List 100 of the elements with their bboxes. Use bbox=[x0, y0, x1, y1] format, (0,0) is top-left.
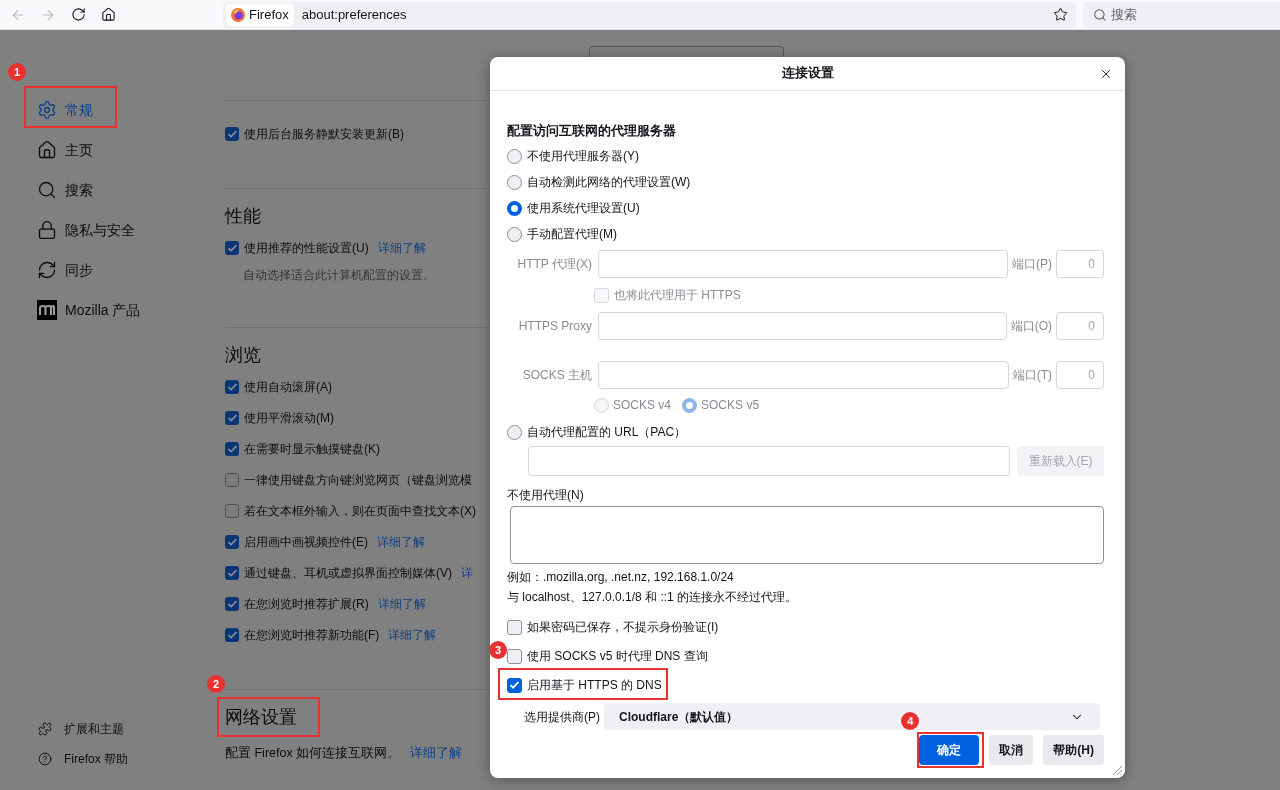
checkbox-label: 一律使用键盘方向键浏览网页（键盘浏览模 bbox=[244, 472, 472, 489]
checkmark-icon bbox=[227, 130, 237, 138]
sidebar-item[interactable]: 隐私与安全 bbox=[37, 210, 135, 250]
checkbox-label: 在需要时显示触摸键盘(K) bbox=[244, 441, 380, 458]
radio-label: SOCKS v4 bbox=[613, 397, 672, 414]
identity-button[interactable]: Firefox bbox=[226, 3, 294, 26]
sidebar-item[interactable]: 常规 bbox=[37, 90, 93, 130]
checkmark-icon bbox=[227, 244, 237, 252]
checkmark-icon bbox=[227, 569, 237, 577]
browser-logo-icon bbox=[231, 7, 245, 22]
sync-arrows-icon bbox=[37, 260, 57, 280]
checkbox-label: 使用 SOCKS v5 时代理 DNS 查询 bbox=[527, 648, 708, 665]
sidebar-item[interactable]: 主页 bbox=[37, 130, 93, 170]
house-icon bbox=[37, 140, 57, 160]
checkmark-icon bbox=[227, 631, 237, 639]
checkbox[interactable] bbox=[225, 597, 239, 611]
checkbox-label: 使用推荐的性能设置(U) bbox=[244, 240, 369, 257]
radio-label: 使用系统代理设置(U) bbox=[527, 200, 640, 217]
checkbox[interactable] bbox=[225, 473, 239, 487]
radio-label: 手动配置代理(M) bbox=[527, 226, 617, 243]
search-icon bbox=[1093, 7, 1107, 22]
checkbox[interactable] bbox=[225, 504, 239, 518]
checkbox[interactable] bbox=[225, 628, 239, 642]
setting-description: 自动选择适合此计算机配置的设置。 bbox=[243, 268, 435, 283]
radio-button[interactable] bbox=[507, 424, 522, 440]
learn-more-link[interactable]: 详细了解 bbox=[377, 239, 426, 257]
hint-text: 例如：.mozilla.org, .net.nz, 192.168.1.0/24 bbox=[507, 569, 734, 585]
section-description: 配置 Firefox 如何连接互联网。 bbox=[225, 744, 401, 762]
field-label: 不使用代理(N) bbox=[507, 487, 584, 504]
radio-label: 不使用代理服务器(Y) bbox=[527, 148, 639, 165]
dialog-button[interactable]: 取消 bbox=[989, 735, 1034, 765]
checkbox-label: 启用画中画视频控件(E) bbox=[244, 534, 368, 551]
checkbox[interactable] bbox=[225, 127, 239, 141]
radio-label: SOCKS v5 bbox=[701, 397, 760, 414]
dialog-title: 连接设置 bbox=[781, 65, 834, 83]
checkbox[interactable] bbox=[225, 241, 239, 255]
checkbox[interactable] bbox=[225, 411, 239, 425]
checkbox-label: 也将此代理用于 HTTPS bbox=[614, 287, 741, 304]
radio-label: 自动检测此网络的代理设置(W) bbox=[527, 174, 691, 191]
learn-more-link[interactable]: 详细了解 bbox=[388, 626, 437, 644]
resize-grip-icon bbox=[1112, 765, 1122, 775]
bookmark-button[interactable] bbox=[1052, 6, 1068, 23]
checkbox-label: 通过键盘、耳机或虚拟界面控制媒体(V) bbox=[244, 565, 452, 582]
checkmark-icon bbox=[227, 538, 237, 546]
learn-more-link[interactable]: 详细了解 bbox=[377, 533, 425, 551]
checkmark-icon bbox=[227, 383, 237, 391]
checkbox-label: 使用后台服务静默安装更新(B) bbox=[244, 126, 404, 143]
learn-more-link[interactable]: 详细了解 bbox=[410, 743, 463, 763]
checkbox[interactable] bbox=[507, 677, 522, 693]
field-label: 端口(O) bbox=[1010, 318, 1052, 335]
radio-button[interactable] bbox=[507, 200, 522, 216]
sidebar-item[interactable]: Mozilla 产品 bbox=[37, 290, 141, 330]
home-button[interactable] bbox=[100, 6, 116, 23]
checkbox-label: 如果密码已保存，不提示身份验证(I) bbox=[527, 619, 719, 636]
checkbox[interactable] bbox=[225, 442, 239, 456]
checkbox-label: 在您浏览时推荐新功能(F) bbox=[244, 627, 380, 644]
field-label: 端口(T) bbox=[1012, 367, 1052, 384]
no-proxy-field[interactable] bbox=[510, 506, 1104, 564]
address-bar[interactable]: Firefox about:preferences bbox=[223, 1, 1076, 28]
field-label: HTTP 代理(X) bbox=[516, 256, 592, 273]
sidebar-footer-link[interactable]: 扩展和主题 bbox=[38, 714, 124, 744]
field-label: 端口(P) bbox=[1012, 256, 1052, 273]
puzzle-icon bbox=[38, 722, 52, 736]
section-heading: 浏览 bbox=[225, 344, 261, 367]
checkbox-label: 启用基于 HTTPS 的 DNS bbox=[527, 677, 662, 694]
settings-search-field[interactable] bbox=[589, 46, 784, 57]
checkmark-icon bbox=[227, 600, 237, 608]
section-heading: 配置访问互联网的代理服务器 bbox=[507, 122, 676, 140]
learn-more-link[interactable]: 详 bbox=[461, 564, 473, 582]
highlight-frame bbox=[917, 732, 985, 768]
search-field[interactable]: 搜索 bbox=[1083, 1, 1280, 28]
reload-button[interactable] bbox=[70, 6, 86, 23]
sidebar-item[interactable]: 同步 bbox=[37, 250, 93, 290]
dialog-button[interactable]: 确定 bbox=[919, 735, 980, 765]
checkbox[interactable] bbox=[225, 380, 239, 394]
checkbox-label: 在您浏览时推荐扩展(R) bbox=[244, 596, 369, 613]
radio-button[interactable] bbox=[507, 174, 522, 190]
search-icon bbox=[37, 180, 57, 200]
lock-icon bbox=[37, 220, 57, 240]
learn-more-link[interactable]: 详细了解 bbox=[377, 595, 426, 613]
checkbox[interactable] bbox=[225, 535, 239, 549]
checkbox[interactable] bbox=[225, 566, 239, 580]
checkbox[interactable] bbox=[507, 619, 522, 635]
checkbox-label: 若在文本框外输入，则在页面中查找文本(X) bbox=[244, 503, 476, 520]
dialog-button[interactable]: 帮助(H) bbox=[1043, 735, 1104, 765]
field-label: HTTPS Proxy bbox=[517, 318, 592, 335]
step-marker: 1 bbox=[8, 63, 26, 81]
checkbox[interactable] bbox=[507, 648, 522, 664]
radio-button[interactable] bbox=[507, 148, 522, 164]
radio-button[interactable] bbox=[507, 226, 522, 242]
step-marker: 3 bbox=[489, 641, 507, 659]
gear-icon bbox=[37, 100, 57, 120]
help-icon bbox=[38, 752, 52, 766]
field-label: 选用提供商(P) bbox=[524, 708, 600, 726]
sidebar-footer-link[interactable]: Firefox 帮助 bbox=[38, 744, 128, 774]
sidebar-item[interactable]: 搜索 bbox=[37, 170, 93, 210]
house-icon bbox=[100, 7, 116, 22]
section-heading: 网络设置 bbox=[225, 706, 297, 729]
checkmark-icon bbox=[227, 414, 237, 422]
checkmark-icon bbox=[227, 445, 237, 453]
